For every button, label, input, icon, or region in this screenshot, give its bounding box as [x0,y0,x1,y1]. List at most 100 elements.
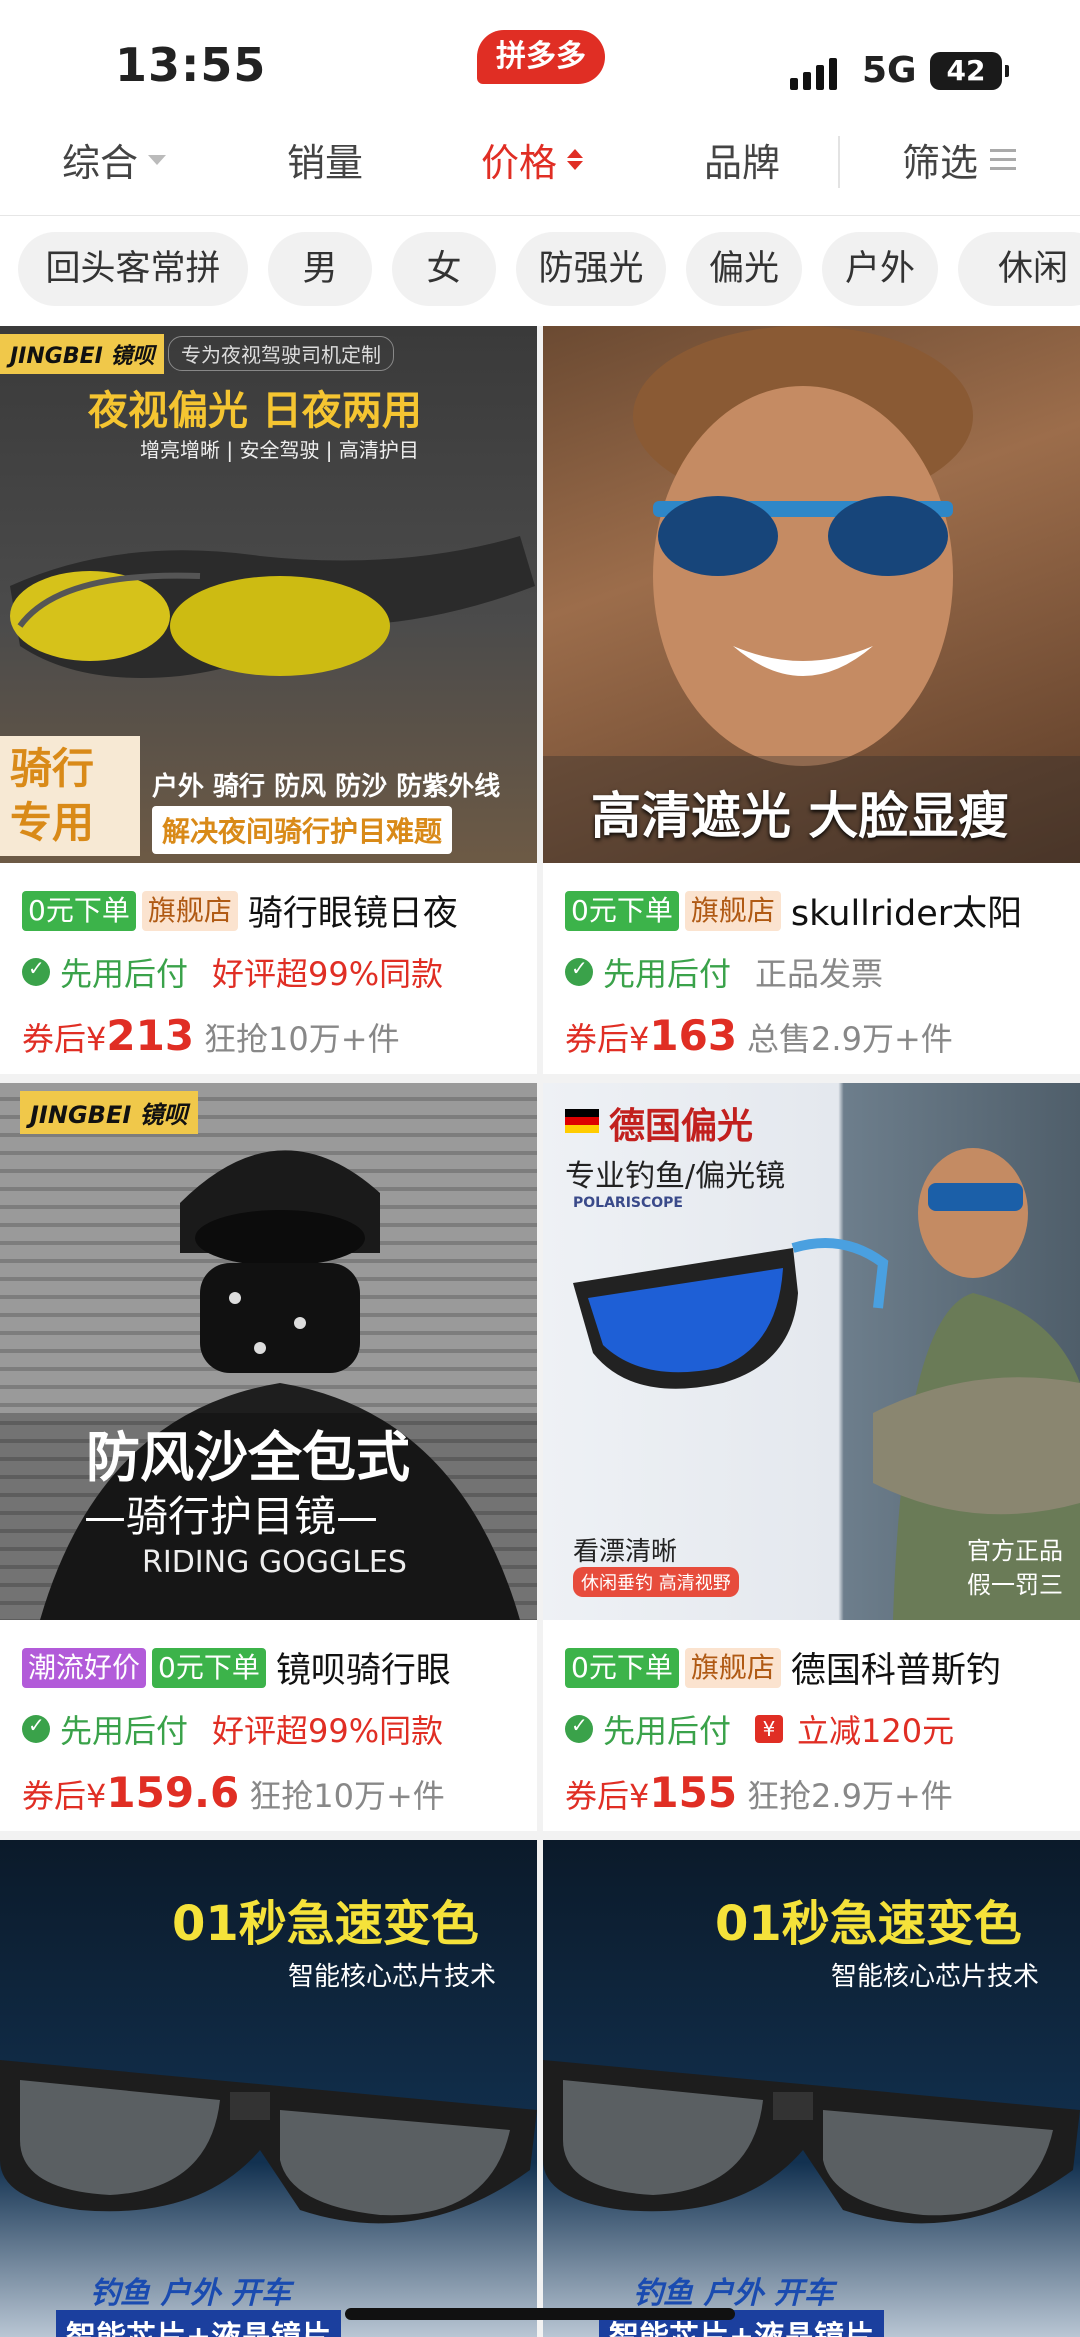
promo-text: 好评超99%同款 [212,955,444,993]
chip-male[interactable]: 男 [268,232,372,306]
filter-button[interactable]: 筛选 [902,132,1017,187]
currency-symbol: ¥ [86,1020,107,1058]
promo-text: 立减120元 [797,1712,955,1750]
image-caption: 高清遮光 大脸显瘦 [591,787,1009,845]
home-indicator[interactable] [345,2308,735,2320]
currency-symbol: ¥ [629,1020,650,1058]
image-headline: 夜视偏光 日夜两用 [88,388,422,434]
pay-later-label: 先用后付 [60,955,189,993]
pay-later-label: 先用后付 [60,1712,189,1750]
sort-tab-price[interactable]: 价格 [481,132,584,187]
product-card[interactable]: JINGBEI 镜呗 防风沙全包式 —骑行护目镜— RIDING GOGGLES… [0,1083,537,1831]
product-card[interactable]: 01秒急速变色 智能核心芯片技术 钓鱼 户外 开车 智能芯片+液晶镜片 [543,1840,1080,2337]
coupon-label: 券后 [22,1020,87,1058]
signal-icon [790,58,837,90]
currency-symbol: ¥ [629,1777,650,1815]
image-solve: 解决夜间骑行护目难题 [152,806,453,854]
status-time: 13:55 [115,38,267,92]
sort-tab-comprehensive[interactable]: 综合 [62,132,167,187]
badge-line: 专用 [10,798,95,847]
image-features: 户外 骑行 防风 防沙 防紫外线 [152,772,501,802]
image-official: 官方正品 [967,1537,1063,1565]
product-image: JINGBEI 镜呗 专为夜视驾驶司机定制 夜视偏光 日夜两用 增亮增晰 | 安… [0,326,537,863]
image-banner: 专为夜视驾驶司机定制 [168,336,394,371]
trend-price-tag: 潮流好价 [22,1647,147,1688]
zero-order-tag: 0元下单 [152,1647,266,1688]
chevron-down-icon [148,154,167,165]
sales-count: 狂抢10万+件 [249,1777,445,1815]
product-image: JINGBEI 镜呗 防风沙全包式 —骑行护目镜— RIDING GOGGLES [0,1083,537,1620]
promo-text: 正品发票 [755,955,884,993]
flagship-tag: 旗舰店 [141,890,238,931]
image-badge: 骑行 专用 [0,736,140,856]
pay-later-icon [565,1713,593,1743]
status-bar: 13:55 拼多多 5G 42 [0,0,1080,128]
smart-glasses-illustration [0,2060,537,2224]
sort-bar: 综合 销量 价格 品牌 筛选 [0,110,1080,216]
network-type: 5G [862,50,917,91]
pay-later-label: 先用后付 [603,955,732,993]
image-headline: 防风沙全包式 [86,1426,410,1489]
pay-later-icon [22,956,50,986]
coupon-label: 券后 [565,1777,630,1815]
image-clear-text: 看漂清晰 [573,1537,678,1567]
chip-repeat-buyers[interactable]: 回头客常拼 [18,232,248,306]
product-price: 213 [106,1011,195,1060]
filter-label: 筛选 [902,141,979,185]
image-english: RIDING GOGGLES [142,1545,407,1580]
product-price: 159.6 [106,1768,240,1817]
product-card[interactable]: JINGBEI 镜呗 专为夜视驾驶司机定制 夜视偏光 日夜两用 增亮增晰 | 安… [0,326,537,1074]
sort-order-icon [567,149,584,170]
image-subline: 智能核心芯片技术 [831,1962,1040,1992]
image-tag: 休闲垂钓 高清视野 [573,1567,739,1597]
discount-icon: ¥ [755,1715,784,1743]
sales-count: 狂抢2.9万+件 [747,1777,953,1815]
product-image: 德国偏光 专业钓鱼/偏光镜 POLARISCOPE 看漂清晰 休闲垂钓 高清视野… [543,1083,1080,1620]
sort-tab-sales[interactable]: 销量 [287,132,363,187]
goggles-illustration [10,536,535,678]
product-image: 高清遮光 大脸显瘦 [543,326,1080,863]
image-subline: —骑行护目镜— [84,1492,379,1541]
smart-glasses-illustration [543,2060,1080,2224]
image-headline: 01秒急速变色 [715,1896,1022,1952]
image-guarantee: 假一罚三 [967,1571,1063,1599]
divider [838,136,840,188]
flagship-tag: 旗舰店 [684,1647,781,1688]
battery-icon: 42 [930,52,1009,90]
coupon-label: 券后 [22,1777,87,1815]
image-headline: 01秒急速变色 [172,1896,479,1952]
sort-tab-label: 价格 [481,141,558,185]
brand-logo: JINGBEI 镜呗 [0,334,165,374]
image-uses: 钓鱼 户外 开车 [90,2276,291,2311]
coupon-label: 券后 [565,1020,630,1058]
image-subline: 增亮增晰 | 安全驾驶 | 高清护目 [140,438,419,462]
product-image: 01秒急速变色 智能核心芯片技术 钓鱼 户外 开车 智能芯片+液晶镜片 [0,1840,537,2337]
chip-female[interactable]: 女 [392,232,496,306]
product-image: 01秒急速变色 智能核心芯片技术 钓鱼 户外 开车 智能芯片+液晶镜片 [543,1840,1080,2337]
filter-icon [990,149,1017,170]
pay-later-icon [565,956,593,986]
chip-polarized[interactable]: 偏光 [686,232,802,306]
product-title: 骑行眼镜日夜 [247,894,458,934]
image-uses: 钓鱼 户外 开车 [633,2276,834,2311]
pay-later-icon [22,1713,50,1743]
zero-order-tag: 0元下单 [22,890,136,931]
zero-order-tag: 0元下单 [565,1647,679,1688]
sort-tab-brand[interactable]: 品牌 [704,132,780,187]
filter-chips: 回头客常拼 男 女 防强光 偏光 户外 休闲 [0,216,1080,326]
sort-tab-label: 品牌 [704,141,781,185]
app-logo-badge: 拼多多 [477,30,605,84]
chip-anti-glare[interactable]: 防强光 [516,232,666,306]
product-price: 163 [649,1011,738,1060]
product-price: 155 [649,1768,738,1817]
battery-level: 42 [946,54,986,87]
sales-count: 狂抢10万+件 [204,1020,400,1058]
image-chip-text: 智能芯片+液晶镜片 [56,2310,342,2337]
chip-outdoor[interactable]: 户外 [822,232,938,306]
product-card[interactable]: 高清遮光 大脸显瘦 0元下单 旗舰店 skullrider太阳 先用后付 正品发… [543,326,1080,1074]
image-subline: 智能核心芯片技术 [288,1962,497,1992]
product-card[interactable]: 01秒急速变色 智能核心芯片技术 钓鱼 户外 开车 智能芯片+液晶镜片 [0,1840,537,2337]
product-card[interactable]: 德国偏光 专业钓鱼/偏光镜 POLARISCOPE 看漂清晰 休闲垂钓 高清视野… [543,1083,1080,1831]
product-title: 德国科普斯钓 [790,1651,1001,1691]
chip-casual[interactable]: 休闲 [958,232,1080,306]
